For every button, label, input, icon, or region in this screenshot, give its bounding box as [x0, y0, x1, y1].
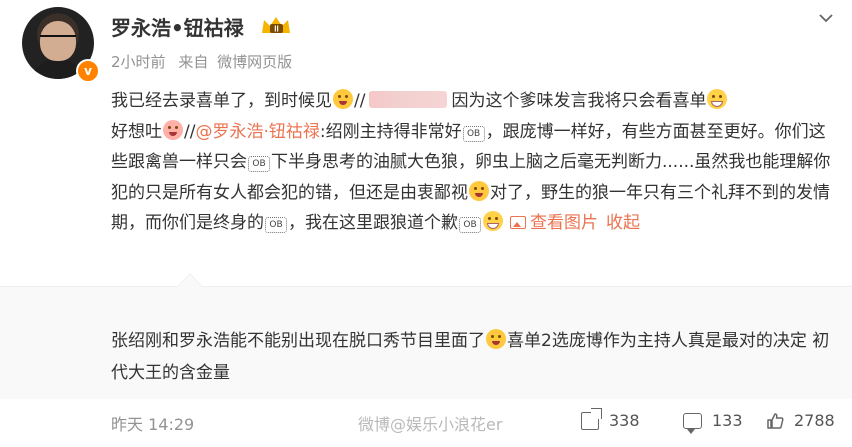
collapse-link[interactable]: 收起: [606, 213, 640, 233]
vomit-emoji-icon: [163, 119, 183, 140]
post-text-1: 我已经去录喜单了，到时候见: [111, 91, 332, 111]
share-icon: [581, 411, 599, 430]
member-level: II: [274, 25, 278, 34]
share-count: 338: [609, 411, 640, 430]
post-text-3: 好想吐: [111, 121, 162, 142]
ob-sticker-icon: OB: [459, 217, 481, 233]
username[interactable]: 罗永浩•钮祜禄: [111, 12, 244, 41]
footer-time[interactable]: 昨天 14:29: [111, 411, 194, 435]
image-icon[interactable]: [510, 216, 526, 229]
post-meta: 2小时前 来自 微博网页版: [111, 51, 292, 72]
comment-text: 张绍刚和罗永浩能不能别出现在脱口秀节目里面了: [111, 331, 485, 351]
post-source[interactable]: 微博网页版: [217, 53, 292, 71]
like-button[interactable]: 2788: [766, 411, 835, 430]
ob-sticker-icon: OB: [248, 156, 270, 172]
ob-sticker-icon: OB: [462, 125, 485, 142]
member-crown-icon[interactable]: II: [260, 14, 292, 36]
thumbs-up-icon: [767, 412, 784, 429]
comment-count: 133: [712, 411, 743, 430]
ob-sticker-icon: OB: [265, 217, 287, 233]
smirk-emoji-icon: [333, 89, 353, 109]
separator: //: [354, 91, 366, 111]
separator-2: //: [184, 121, 196, 142]
like-count: 2788: [794, 411, 835, 430]
post-footer: 昨天 14:29 微博@娱乐小浪花er 338 133 2788: [0, 399, 852, 447]
post-time[interactable]: 2小时前: [111, 53, 166, 71]
laugh-emoji-icon: [483, 211, 503, 231]
grin-emoji-icon: [707, 89, 728, 109]
source-prefix: 来自: [178, 53, 209, 71]
post-text-5: :绍刚主持得非常好: [319, 121, 462, 142]
comment-caret: [178, 274, 202, 287]
post-text: 我已经去录喜单了，到时候见//因为这个爹味发言我将只会看喜单 好想吐//@罗永浩…: [111, 86, 833, 239]
watermark: 微博@娱乐小浪花er: [358, 415, 503, 434]
comment-icon: [683, 412, 702, 434]
mention-link[interactable]: @罗永浩·钮祜禄: [195, 122, 319, 142]
squint-emoji-icon: [469, 180, 489, 201]
top-comment: 张绍刚和罗永浩能不能别出现在脱口秀节目里面了 喜单2选庞博作为主持人真是最对的决定…: [111, 325, 833, 389]
view-image-link[interactable]: 查看图片: [530, 213, 598, 233]
share-button[interactable]: 338: [581, 411, 640, 430]
blurred-username: [369, 91, 448, 108]
comment-button[interactable]: 133: [683, 411, 743, 434]
sleepy-emoji-icon: [486, 329, 506, 349]
post-text-9: ，我在这里跟狼道个歉: [288, 213, 458, 233]
verified-badge-icon: v: [76, 59, 100, 83]
post-text-2: 因为这个爹味发言我将只会看喜单: [451, 91, 707, 111]
chevron-down-icon[interactable]: [818, 10, 834, 26]
